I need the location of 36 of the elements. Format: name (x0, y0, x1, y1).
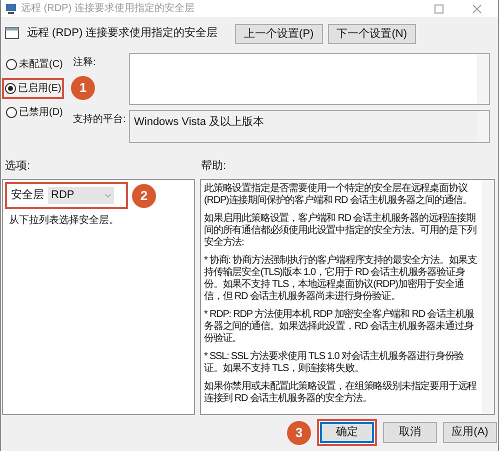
close-icon[interactable] (472, 4, 482, 14)
hint-text: 从下拉列表选择安全层。 (8, 214, 120, 228)
radio-option[interactable]: 已禁用(D) (5, 104, 64, 121)
nav-button[interactable]: 下一个设置(N) (328, 24, 416, 44)
callout-number: 1 (71, 76, 95, 100)
dialog-button[interactable]: 取消 (383, 422, 437, 443)
callout-number: 3 (287, 420, 311, 444)
scrollbar[interactable] (482, 180, 494, 414)
radio-option[interactable]: 已启用(E) (2, 78, 64, 99)
help-label: 帮助: (201, 159, 226, 174)
computer-icon (5, 3, 17, 14)
nav-button[interactable]: 上一个设置(P) (235, 24, 323, 44)
scrollbar[interactable] (477, 54, 489, 104)
dialog-button[interactable]: 确定 (320, 422, 374, 443)
platform-value: Windows Vista 及以上版本 (133, 115, 265, 130)
caret-icon (105, 194, 111, 198)
options-label: 选项: (5, 159, 32, 174)
help-paragraph: * SSL: SSL 方法要求使用 TLS 1.0 对会话主机服务器进行身份验证。如果不支持 TLS，则连接将失败。 (204, 351, 465, 375)
comment-field[interactable] (129, 53, 490, 105)
policy-title: 远程 (RDP) 连接要求使用指定的安全层 (27, 26, 218, 41)
platform-label: 支持的平台: (73, 112, 127, 127)
security-layer-label: 安全层 (11, 188, 44, 204)
callout-number: 2 (132, 184, 156, 208)
security-layer-dropdown[interactable]: RDP (48, 187, 114, 204)
dialog-button[interactable]: 应用(A) (443, 422, 497, 443)
radio-option[interactable]: 未配置(C) (5, 56, 64, 73)
comment-label: 注释: (73, 56, 97, 70)
help-paragraph: * 协商: 协商方法强制执行的客户端程序支持的最安全方法。如果支持传输层安全(TLS)版本 1.0，它用于 RD 会话主机服务器验证身份。如果不支持 TLS，本地远程桌面协议(RDP)加密用于安全通信，但 RD 会话主机服务器尚未进行身份验证。 (204, 255, 478, 303)
help-paragraph: 如果启用此策略设置，客户端和 RD 会话主机服务器的远程连接期间的所有通信都必须使用此设置中指定的安全方法。可用的是下列安全方法: (204, 213, 478, 249)
window-title: 远程 (RDP) 连接要求使用指定的安全层 (21, 2, 194, 16)
scrollbar[interactable] (477, 111, 489, 142)
maximize-icon[interactable] (434, 4, 444, 14)
help-paragraph: * RDP: RDP 方法使用本机 RDP 加密安全客户端和 RD 会话主机服务器之间的通信。如果选择此设置，RD 会话主机服务器未通过身份验证。 (204, 309, 476, 345)
policy-icon (5, 27, 19, 39)
help-paragraph: 如果你禁用或未配置此策略设置，在组策略级别未指定要用于远程连接到 RD 会话主机服务器的安全方法。 (204, 381, 478, 405)
help-paragraph: 此策略设置指定是否需要使用一个特定的安全层在远程桌面协议(RDP)连接期间保护的客户端和 RD 会话主机服务器之间的通信。 (204, 183, 473, 207)
